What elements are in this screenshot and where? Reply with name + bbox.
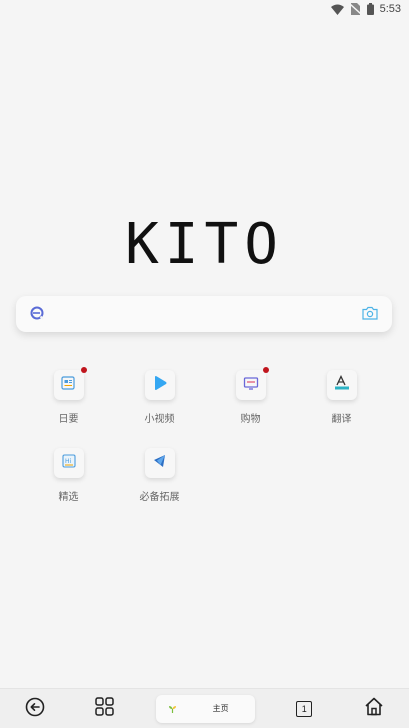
no-sim-icon [349,3,361,15]
shortcuts-grid: 日要 小视频 购物 翻译 Hi 精选 必备拓展 [23,367,387,503]
search-input[interactable] [54,296,352,332]
shortcut-label: 精选 [58,492,79,503]
grid-icon [95,697,114,720]
tab-count: 1 [301,703,307,714]
shopping-screen-icon [243,375,259,395]
home-button[interactable] [339,689,409,728]
battery-icon [366,3,374,15]
home-icon [364,697,384,720]
shortcut-tile [235,367,269,400]
sprout-icon [168,699,177,718]
back-arrow-icon [25,697,45,721]
tabs-count-icon: 1 [296,700,313,717]
shortcut-tile [53,367,87,400]
shortcut-short-video[interactable]: 小视频 [114,370,205,425]
status-time: 5:53 [379,3,401,15]
notification-badge [80,367,87,373]
wifi-icon [330,4,344,15]
shortcut-shopping[interactable]: 购物 [205,367,296,425]
notification-badge [262,367,269,373]
app-logo: KITO [125,212,284,277]
shortcut-daily-news[interactable]: 日要 [23,367,114,425]
shortcut-extensions[interactable]: 必备拓展 [114,448,205,503]
shortcut-label: 日要 [58,414,79,425]
shortcut-tile [326,370,357,400]
shortcut-tile [144,448,175,478]
browser-logo-icon [30,305,44,324]
shortcut-label: 翻译 [331,414,352,425]
featured-icon: Hi [61,453,77,473]
back-button[interactable] [0,689,70,728]
camera-icon[interactable] [362,305,378,324]
home-page-pill[interactable]: 主页 [155,694,256,723]
tabs-button[interactable]: 1 [269,689,339,728]
shortcut-translate[interactable]: 翻译 [296,370,387,425]
status-bar: 5:53 [0,0,409,18]
play-icon [152,375,168,395]
search-bar[interactable] [16,296,392,332]
shortcut-featured[interactable]: Hi 精选 [23,448,114,503]
shortcut-tile: Hi [53,448,84,478]
translate-icon [334,374,350,395]
shortcut-label: 小视频 [144,414,175,425]
news-icon [60,375,77,395]
svg-text:Hi: Hi [65,458,72,465]
shortcut-label: 购物 [240,414,261,425]
bottom-nav: 主页 1 [0,688,409,728]
shortcut-tile [144,370,175,400]
menu-grid-button[interactable] [70,689,140,728]
extensions-icon [152,453,168,473]
shortcut-label: 必备拓展 [139,492,180,503]
home-pill-label: 主页 [212,704,229,713]
